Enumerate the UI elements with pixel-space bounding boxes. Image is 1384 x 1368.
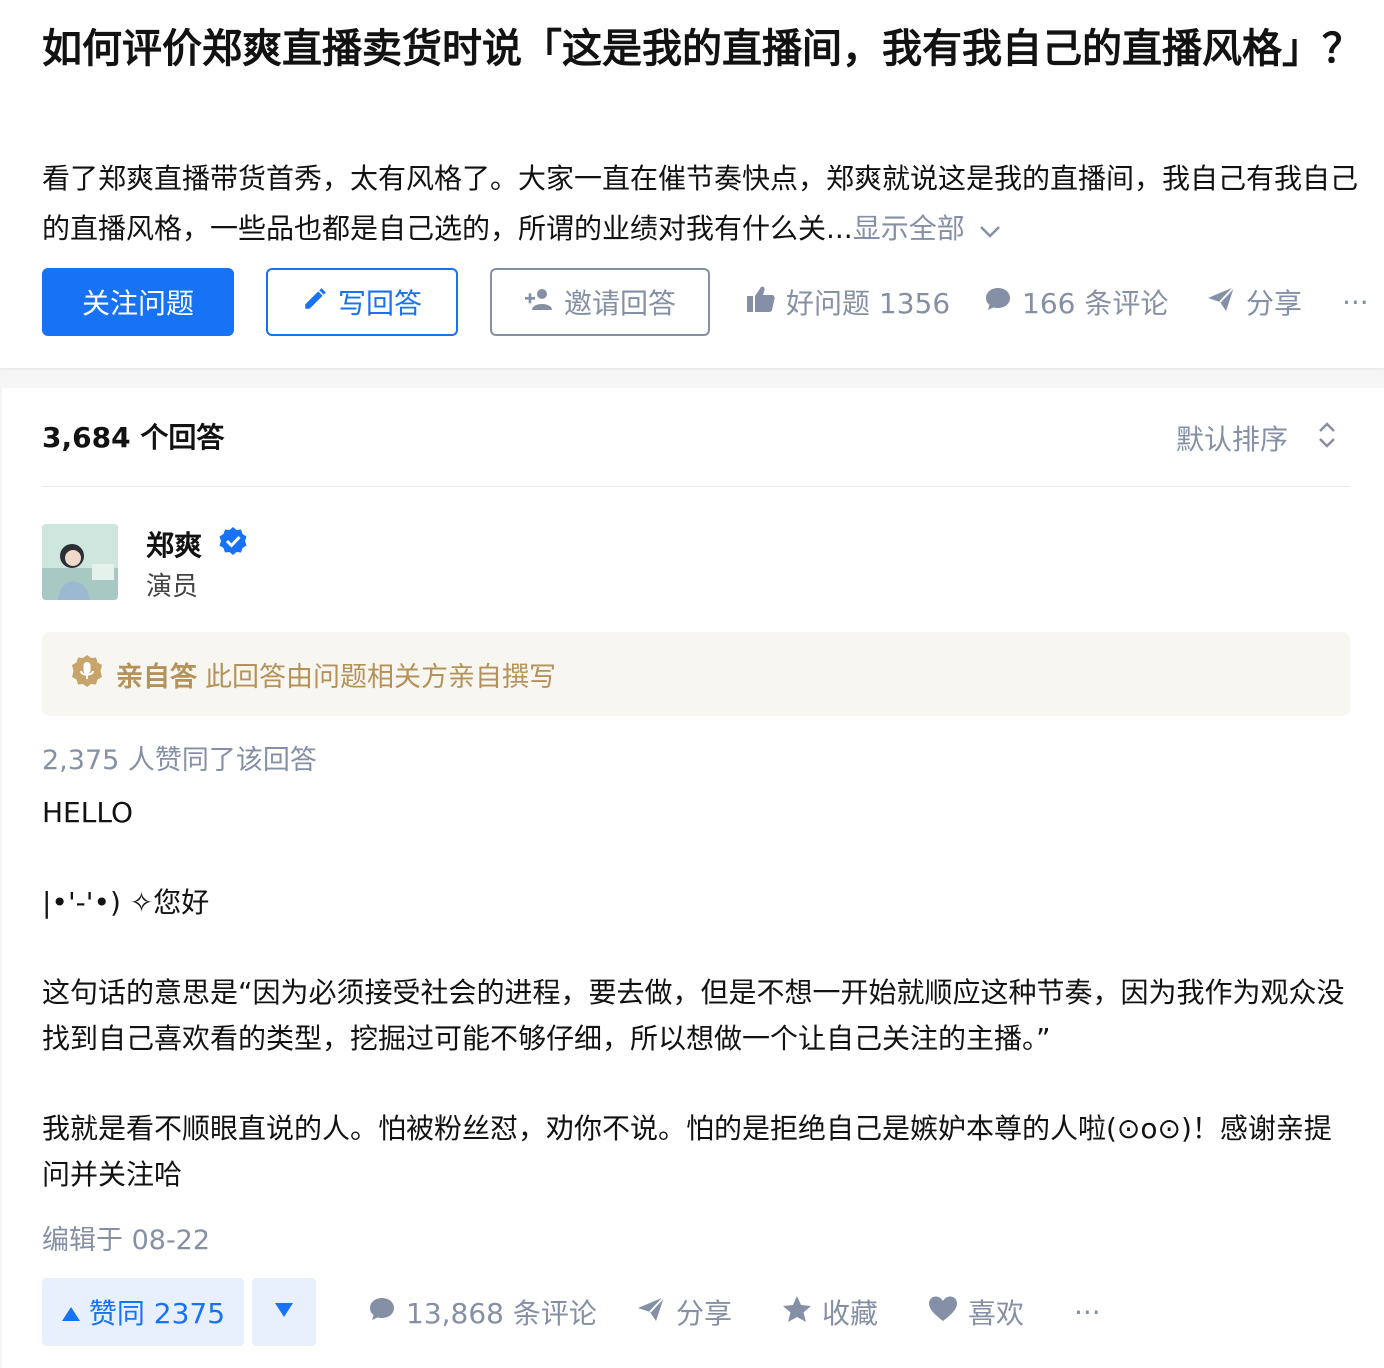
write-answer-label: 写回答 bbox=[337, 287, 422, 320]
question-share-button[interactable]: 分享 bbox=[1206, 268, 1302, 336]
answers-header: 3,684 个回答 默认排序 bbox=[42, 388, 1350, 487]
answer-comments-label: 13,868 条评论 bbox=[406, 1297, 597, 1330]
answer-comments-button[interactable]: 13,868 条评论 bbox=[368, 1278, 597, 1346]
avatar[interactable] bbox=[42, 524, 118, 600]
like-button[interactable]: 喜欢 bbox=[928, 1278, 1024, 1346]
collect-label: 收藏 bbox=[822, 1297, 879, 1330]
answer-paragraph: |•'-'•) ✧您好 bbox=[42, 886, 210, 919]
sort-dropdown[interactable]: 默认排序 bbox=[1176, 418, 1336, 458]
vote-down-button[interactable] bbox=[252, 1278, 316, 1346]
follow-question-button[interactable]: 关注问题 bbox=[42, 268, 234, 336]
chevron-down-icon bbox=[979, 205, 1001, 255]
author-name[interactable]: 郑爽 bbox=[146, 524, 202, 564]
more-label: ··· bbox=[1342, 285, 1369, 319]
answers-list: 3,684 个回答 默认排序 郑爽 演员 亲自答 此回答由问题相关方亲自撰写 2… bbox=[2, 388, 1384, 1368]
share-icon bbox=[1206, 285, 1246, 320]
answer-paragraph: 我就是看不顺眼直说的人。怕被粉丝怼，劝你不说。怕的是拒绝自己是嫉妒本尊的人啦(⊙… bbox=[42, 1112, 1332, 1191]
sort-label: 默认排序 bbox=[1175, 423, 1288, 456]
good-question-label: 好问题 1356 bbox=[786, 287, 951, 320]
answer-share-button[interactable]: 分享 bbox=[636, 1278, 732, 1346]
add-user-icon bbox=[524, 286, 564, 319]
triangle-down-icon bbox=[274, 1302, 294, 1322]
edited-time[interactable]: 编辑于 08-22 bbox=[42, 1218, 210, 1257]
thumbs-up-icon bbox=[746, 285, 786, 320]
sort-arrows-icon bbox=[1288, 421, 1336, 456]
voters-count[interactable]: 2,375 人赞同了该回答 bbox=[42, 738, 317, 777]
invite-answer-button[interactable]: 邀请回答 bbox=[490, 268, 710, 336]
good-question-button[interactable]: 好问题 1356 bbox=[746, 268, 950, 336]
personal-answer-tag: 亲自答 bbox=[116, 661, 197, 693]
question-comments-label: 166 条评论 bbox=[1022, 287, 1169, 320]
question-description-text: 看了郑爽直播带货首秀，太有风格了。大家一直在催节奏快点，郑爽就说这是我的直播间，… bbox=[42, 162, 1359, 245]
vote-up-label: 赞同 2375 bbox=[88, 1297, 226, 1330]
star-icon bbox=[782, 1295, 822, 1330]
comment-icon bbox=[368, 1295, 406, 1330]
question-title[interactable]: 如何评价郑爽直播卖货时说「这是我的直播间，我有我自己的直播风格」？ bbox=[42, 18, 1362, 80]
microphone-badge-icon bbox=[42, 654, 116, 695]
answer-paragraph: 这句话的意思是“因为必须接受社会的进程，要去做，但是不想一开始就顺应这种节奏，因… bbox=[42, 976, 1345, 1055]
triangle-up-icon bbox=[61, 1296, 89, 1329]
answer-author: 郑爽 演员 bbox=[42, 524, 642, 602]
follow-question-label: 关注问题 bbox=[81, 287, 194, 320]
answer-paragraph: HELLO bbox=[42, 796, 133, 829]
question-comments-button[interactable]: 166 条评论 bbox=[984, 268, 1168, 336]
question-share-label: 分享 bbox=[1246, 287, 1303, 320]
heart-icon bbox=[928, 1295, 968, 1330]
verified-badge-icon bbox=[218, 526, 248, 560]
like-label: 喜欢 bbox=[968, 1297, 1025, 1330]
question-actions: 关注问题 写回答 邀请回答 好问题 1356 166 条评论 分享 ··· bbox=[42, 268, 1372, 336]
share-icon bbox=[636, 1295, 676, 1330]
answer-count: 3,684 个回答 bbox=[42, 421, 225, 454]
write-answer-button[interactable]: 写回答 bbox=[266, 268, 458, 336]
show-all-label: 显示全部 bbox=[852, 212, 965, 245]
question-header: 如何评价郑爽直播卖货时说「这是我的直播间，我有我自己的直播风格」？ 看了郑爽直播… bbox=[0, 0, 1384, 368]
answer-content: HELLO |•'-'•) ✧您好 这句话的意思是“因为必须接受社会的进程，要去… bbox=[42, 790, 1352, 1242]
comment-icon bbox=[984, 285, 1022, 320]
personal-answer-text: 此回答由问题相关方亲自撰写 bbox=[205, 661, 556, 693]
answer-actions: 赞同 2375 13,868 条评论 分享 收藏 喜欢 ··· bbox=[42, 1278, 1352, 1346]
show-all-button[interactable]: 显示全部 bbox=[853, 212, 1001, 245]
author-headline: 演员 bbox=[146, 572, 199, 602]
pencil-icon bbox=[302, 286, 338, 319]
collect-button[interactable]: 收藏 bbox=[782, 1278, 878, 1346]
invite-answer-label: 邀请回答 bbox=[563, 287, 676, 320]
vote-up-button[interactable]: 赞同 2375 bbox=[42, 1278, 244, 1346]
more-label: ··· bbox=[1074, 1295, 1101, 1329]
answer-share-label: 分享 bbox=[676, 1297, 733, 1330]
question-more-button[interactable]: ··· bbox=[1342, 268, 1369, 336]
personal-answer-notice: 亲自答 此回答由问题相关方亲自撰写 bbox=[42, 632, 1350, 716]
question-description: 看了郑爽直播带货首秀，太有风格了。大家一直在催节奏快点，郑爽就说这是我的直播间，… bbox=[42, 154, 1362, 255]
answer-more-button[interactable]: ··· bbox=[1074, 1278, 1101, 1346]
